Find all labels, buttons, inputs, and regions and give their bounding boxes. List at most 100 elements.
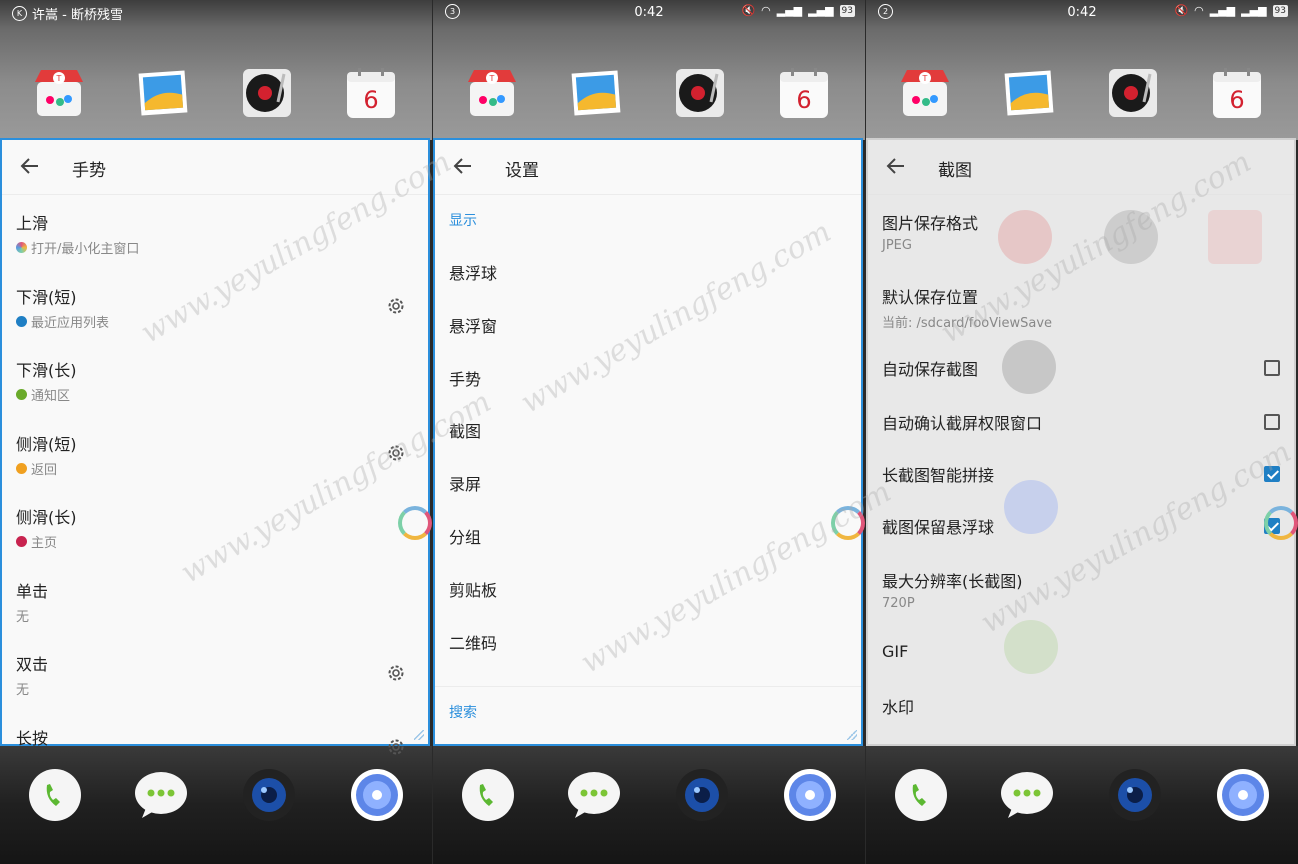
- floating-ball-icon[interactable]: [398, 506, 432, 540]
- settings-item[interactable]: 悬浮球: [449, 260, 497, 284]
- camera-icon[interactable]: [1108, 768, 1162, 822]
- status-icons: 🔇 ◠ ▂▄▆ ▂▄▆ 93: [741, 4, 855, 17]
- gear-icon[interactable]: [386, 663, 406, 683]
- svg-text:T: T: [489, 74, 495, 83]
- svg-text:T: T: [922, 74, 928, 83]
- messages-icon[interactable]: [567, 768, 621, 822]
- resize-handle-icon[interactable]: [847, 730, 857, 740]
- setting-label: GIF: [882, 642, 909, 661]
- screenshot-setting-row[interactable]: 自动确认截屏权限窗口: [882, 410, 1280, 434]
- checkbox[interactable]: [1264, 466, 1280, 482]
- messages-icon[interactable]: [1000, 768, 1054, 822]
- app-store-icon[interactable]: T: [898, 66, 952, 120]
- gesture-row[interactable]: 下滑(短) 最近应用列表: [16, 284, 414, 331]
- phone-icon[interactable]: [894, 768, 948, 822]
- settings-item[interactable]: 分组: [449, 524, 481, 548]
- gesture-action: 无: [16, 679, 414, 698]
- gesture-row[interactable]: 长按: [16, 725, 414, 754]
- gear-icon[interactable]: [386, 296, 406, 316]
- music-player-icon[interactable]: [1106, 66, 1160, 120]
- gestures-window: 手势 上滑打开/最小化主窗口下滑(短) 最近应用列表 下滑(长) 通知区侧滑(短) 返回…: [0, 138, 432, 754]
- setting-label: 默认保存位置: [882, 288, 979, 307]
- phone-icon[interactable]: [28, 768, 82, 822]
- settings-item[interactable]: 手势: [449, 366, 481, 390]
- status-bar: K 许嵩 - 断桥残雪: [0, 0, 432, 24]
- phone-icon[interactable]: [461, 768, 515, 822]
- resize-handle-icon[interactable]: [414, 730, 424, 740]
- gear-icon[interactable]: [386, 443, 406, 463]
- back-arrow-icon[interactable]: [18, 154, 42, 178]
- gesture-row[interactable]: 下滑(长) 通知区: [16, 357, 414, 404]
- window-header: 手势: [2, 140, 428, 195]
- gear-icon[interactable]: [386, 737, 406, 757]
- window-header: 截图: [868, 140, 1294, 195]
- checkbox[interactable]: [1264, 414, 1280, 430]
- screenshot-setting-row[interactable]: 自动保存截图: [882, 356, 1280, 380]
- page-title: 截图: [938, 161, 972, 181]
- divider: [435, 686, 861, 687]
- calendar-day: 6: [363, 86, 379, 114]
- wifi-icon: ◠: [1194, 4, 1204, 17]
- rainbow-ring-icon: [16, 242, 27, 253]
- messages-icon[interactable]: [134, 768, 188, 822]
- green-dot-icon: [16, 389, 27, 400]
- back-arrow-icon[interactable]: [451, 154, 475, 178]
- screenshot-setting-row[interactable]: 水印: [882, 694, 1280, 718]
- bottom-dock: [0, 768, 432, 828]
- screenshot-window: 截图 图片保存格式 JPEG 默认保存位置 当前: /sdcard/fooViewSa…: [866, 138, 1298, 746]
- screenshot-setting-row[interactable]: 图片保存格式 JPEG: [882, 210, 1280, 253]
- screenshot-setting-row[interactable]: 默认保存位置 当前: /sdcard/fooViewSave: [882, 284, 1280, 331]
- camera-icon[interactable]: [242, 768, 296, 822]
- settings-item[interactable]: 悬浮窗: [449, 313, 497, 337]
- gesture-action-text: 通知区: [31, 389, 71, 404]
- page-title: 手势: [72, 161, 106, 181]
- top-app-row: T 6: [0, 66, 432, 126]
- gesture-label: 下滑(短): [16, 287, 77, 307]
- gesture-action-text: 主页: [31, 536, 58, 551]
- gesture-action: 无: [16, 606, 414, 625]
- screenshot-setting-row[interactable]: 截图保留悬浮球: [882, 514, 1280, 538]
- settings-item[interactable]: 截图: [449, 418, 481, 442]
- setting-label: 自动确认截屏权限窗口: [882, 414, 1043, 433]
- gesture-row[interactable]: 单击无: [16, 578, 414, 625]
- gesture-action-text: 打开/最小化主窗口: [31, 242, 140, 257]
- settings-item[interactable]: 剪贴板: [449, 577, 497, 601]
- gallery-icon[interactable]: [136, 66, 190, 120]
- gesture-row[interactable]: 双击无: [16, 651, 414, 698]
- browser-icon[interactable]: [350, 768, 404, 822]
- gesture-action-text: 返回: [31, 462, 58, 478]
- gesture-row[interactable]: 侧滑(长) 主页: [16, 504, 414, 551]
- back-arrow-icon[interactable]: [884, 154, 908, 178]
- gesture-label: 侧滑(短): [16, 434, 77, 454]
- floating-ball-icon[interactable]: [1264, 506, 1298, 540]
- calendar-day: 6: [1229, 86, 1245, 114]
- music-player-icon[interactable]: [240, 66, 294, 120]
- setting-value: 720P: [882, 596, 915, 611]
- gallery-icon[interactable]: [569, 66, 623, 120]
- browser-icon[interactable]: [783, 768, 837, 822]
- settings-item[interactable]: 二维码: [449, 630, 497, 654]
- screenshot-setting-row[interactable]: 最大分辨率(长截图) 720P: [882, 568, 1280, 611]
- browser-icon[interactable]: [1216, 768, 1270, 822]
- gesture-action: 主页: [16, 532, 414, 551]
- page-title: 设置: [505, 161, 539, 181]
- checkbox[interactable]: [1264, 360, 1280, 376]
- gallery-icon[interactable]: [1002, 66, 1056, 120]
- gesture-action-text: 无: [16, 683, 30, 698]
- gesture-label: 上滑: [16, 214, 49, 233]
- settings-item[interactable]: 录屏: [449, 471, 481, 495]
- screenshot-setting-row[interactable]: 长截图智能拼接: [882, 462, 1280, 486]
- gesture-row[interactable]: 上滑打开/最小化主窗口: [16, 210, 414, 257]
- status-bar: 3 0:42 🔇 ◠ ▂▄▆ ▂▄▆ 93: [433, 0, 865, 24]
- bottom-dock: [866, 768, 1298, 828]
- screenshot-setting-row[interactable]: GIF: [882, 642, 1280, 661]
- floating-ball-icon[interactable]: [831, 506, 865, 540]
- signal-icon: ▂▄▆: [776, 4, 803, 17]
- camera-icon[interactable]: [675, 768, 729, 822]
- gesture-label: 双击: [16, 655, 49, 674]
- music-player-icon[interactable]: [673, 66, 727, 120]
- app-store-icon[interactable]: T: [32, 66, 86, 120]
- app-store-icon[interactable]: T: [465, 66, 519, 120]
- signal-icon: ▂▄▆: [808, 4, 834, 17]
- gesture-row[interactable]: 侧滑(短) 返回: [16, 431, 414, 478]
